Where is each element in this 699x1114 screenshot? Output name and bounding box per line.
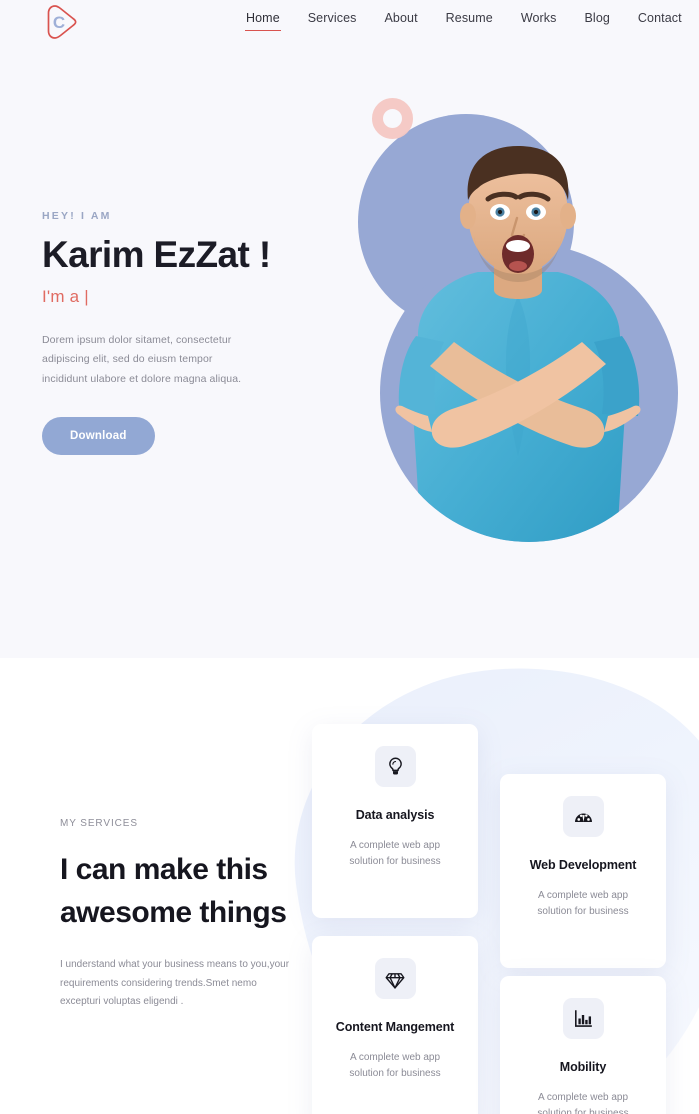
download-button[interactable]: Download <box>42 416 155 455</box>
diamond-icon <box>385 972 405 989</box>
hero-description: Dorem ipsum dolor sitamet, consectetur a… <box>42 333 242 385</box>
nav-item-home[interactable]: Home <box>232 11 294 31</box>
services-heading: I can make this awesome things <box>60 853 287 930</box>
nav-item-about[interactable]: About <box>370 11 431 31</box>
svg-text:C: C <box>53 13 65 32</box>
service-card-title: Mobility <box>559 1060 607 1074</box>
services-description: I understand what your business means to… <box>60 959 290 1008</box>
service-card[interactable]: Web Development A complete web app solut… <box>500 774 666 968</box>
services-intro-block: MY SERVICES I can make this awesome thin… <box>60 818 310 1012</box>
service-card[interactable]: Data analysis A complete web app solutio… <box>312 724 478 918</box>
hero-role-typing: I'm a | <box>42 286 89 306</box>
service-card[interactable]: Content Mangement A complete web app sol… <box>312 936 478 1114</box>
service-card-icon-box <box>562 796 604 837</box>
service-card-title: Web Development <box>529 858 637 872</box>
service-card-description: A complete web app solution for business <box>537 1091 629 1114</box>
services-section: MY SERVICES I can make this awesome thin… <box>0 658 699 1114</box>
service-card-description: A complete web app solution for business <box>349 1051 441 1080</box>
hero-eyebrow: HEY! I AM <box>42 210 112 222</box>
hero-section: C Home Services About Resume Works Blog … <box>0 0 699 658</box>
hero-text-block: HEY! I AM Karim EzZat ! I'm a | Dorem ip… <box>42 210 342 455</box>
service-card-title: Data analysis <box>355 808 435 822</box>
lightbulb-icon <box>388 757 402 775</box>
service-card-icon-box <box>374 958 416 999</box>
brand-logo[interactable]: C <box>42 2 84 42</box>
speedometer-icon <box>574 813 592 823</box>
play-triangle-logo-icon: C <box>47 5 77 39</box>
hero-artwork <box>358 96 678 556</box>
nav-item-works[interactable]: Works <box>507 11 571 31</box>
service-card-title: Content Mangement <box>335 1020 455 1034</box>
service-card[interactable]: Mobility A complete web app solution for… <box>500 976 666 1114</box>
service-cards-grid: Data analysis A complete web app solutio… <box>312 724 682 1114</box>
service-card-icon-box <box>562 998 604 1039</box>
nav-links-list: Home Services About Resume Works Blog Co… <box>232 11 696 31</box>
nav-item-contact[interactable]: Contact <box>624 11 696 31</box>
nav-item-services[interactable]: Services <box>294 11 371 31</box>
hero-title: Karim EzZat ! <box>42 234 271 275</box>
nav-item-resume[interactable]: Resume <box>432 11 507 31</box>
bar-chart-icon <box>574 1010 592 1027</box>
services-eyebrow: MY SERVICES <box>60 818 138 829</box>
top-navigation-bar: C Home Services About Resume Works Blog … <box>0 0 699 45</box>
hero-portrait-photo <box>395 146 641 542</box>
service-card-icon-box <box>374 746 416 787</box>
service-card-description: A complete web app solution for business <box>537 889 629 918</box>
nav-item-blog[interactable]: Blog <box>571 11 624 31</box>
service-card-description: A complete web app solution for business <box>349 839 441 868</box>
portfolio-landing-page: C Home Services About Resume Works Blog … <box>0 0 699 1114</box>
